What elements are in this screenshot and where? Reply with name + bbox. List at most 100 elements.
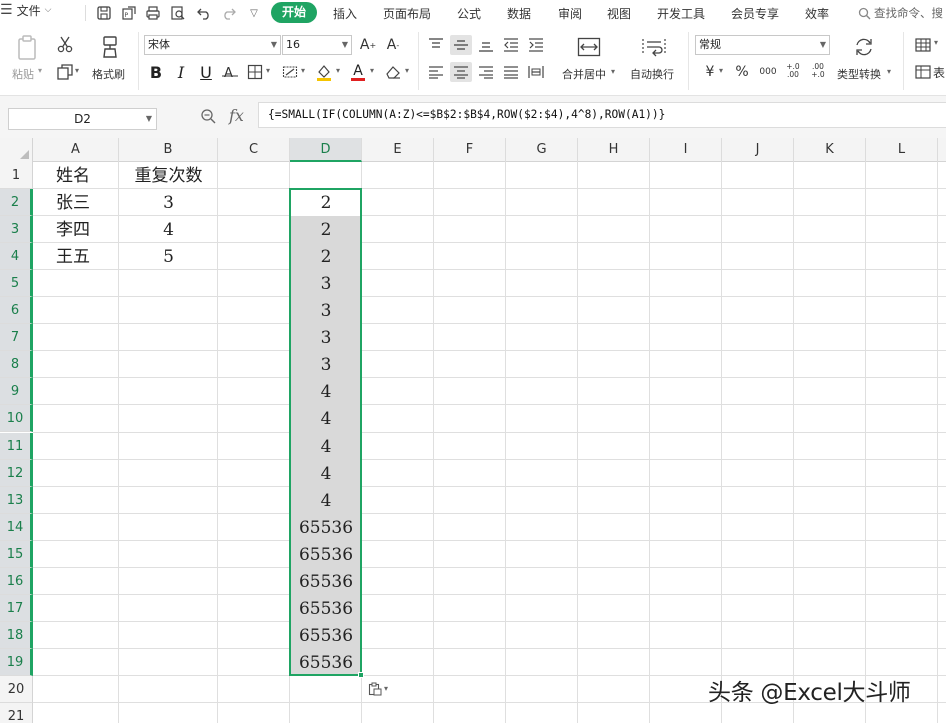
column-header-l[interactable]: L xyxy=(866,138,938,162)
column-header-e[interactable]: E xyxy=(362,138,434,162)
type-convert-label[interactable]: 类型转换 xyxy=(837,66,881,82)
column-header-i[interactable]: I xyxy=(650,138,722,162)
tab-start[interactable]: 开始 xyxy=(271,2,317,23)
currency-button[interactable]: ¥ xyxy=(700,62,720,82)
row-header-4[interactable]: 4 xyxy=(0,243,33,271)
cell-a4[interactable]: 王五 xyxy=(33,244,119,271)
row-header-20[interactable]: 20 xyxy=(0,675,33,703)
border-dropdown-icon[interactable]: ▾ xyxy=(266,66,270,75)
column-header-g[interactable]: G xyxy=(506,138,578,162)
name-box[interactable]: D2 ▼ xyxy=(8,108,157,130)
row-header-9[interactable]: 9 xyxy=(0,378,33,406)
table-style-icon[interactable] xyxy=(913,62,933,82)
decrease-decimal-button[interactable]: .00 +.0 xyxy=(808,60,828,82)
format-painter-icon[interactable] xyxy=(98,34,122,60)
italic-button[interactable]: I xyxy=(171,62,191,82)
merge-center-icon[interactable] xyxy=(576,34,602,60)
row-header-1[interactable]: 1 xyxy=(0,162,33,190)
paste-icon[interactable] xyxy=(14,34,42,62)
tab-efficiency[interactable]: 效率 xyxy=(805,5,829,22)
fill-pattern-icon[interactable] xyxy=(280,62,300,82)
fill-color-dropdown-icon[interactable]: ▾ xyxy=(336,66,340,75)
distribute-icon[interactable] xyxy=(525,62,547,82)
row-header-6[interactable]: 6 xyxy=(0,297,33,325)
column-header-j[interactable]: J xyxy=(722,138,794,162)
wrap-text-icon[interactable] xyxy=(641,34,667,60)
scissors-icon[interactable] xyxy=(55,34,75,54)
select-all-button[interactable] xyxy=(0,138,33,162)
cell-a2[interactable]: 张三 xyxy=(33,190,119,217)
tab-page-layout[interactable]: 页面布局 xyxy=(383,5,431,22)
row-header-2[interactable]: 2 xyxy=(0,189,33,217)
row-header-7[interactable]: 7 xyxy=(0,324,33,352)
cell-b1[interactable]: 重复次数 xyxy=(119,163,218,190)
copy-icon[interactable] xyxy=(55,62,75,82)
row-header-19[interactable]: 19 xyxy=(0,648,33,676)
paste-label[interactable]: 粘贴 xyxy=(12,66,34,82)
eraser-icon[interactable] xyxy=(383,62,403,82)
wrap-text-label[interactable]: 自动换行 xyxy=(630,66,674,82)
justify-icon[interactable] xyxy=(500,62,522,82)
print-icon[interactable] xyxy=(144,4,162,22)
row-header-11[interactable]: 11 xyxy=(0,432,33,460)
row-header-17[interactable]: 17 xyxy=(0,594,33,622)
more-icon[interactable]: ▽ xyxy=(245,4,263,22)
undo-icon[interactable] xyxy=(195,4,213,22)
column-header-h[interactable]: H xyxy=(578,138,650,162)
row-header-21[interactable]: 21 xyxy=(0,703,33,723)
row-header-16[interactable]: 16 xyxy=(0,567,33,595)
decrease-font-icon[interactable]: A- xyxy=(383,35,403,55)
border-icon[interactable] xyxy=(245,62,265,82)
table-icon[interactable] xyxy=(913,35,933,55)
thousands-button[interactable]: 000 xyxy=(757,62,779,82)
row-header-14[interactable]: 14 xyxy=(0,513,33,541)
copy-dropdown-icon[interactable]: ▾ xyxy=(75,66,79,75)
align-bottom-icon[interactable] xyxy=(475,35,497,55)
fill-pattern-dropdown-icon[interactable]: ▾ xyxy=(301,66,305,75)
format-painter-label[interactable]: 格式刷 xyxy=(92,66,125,82)
align-right-icon[interactable] xyxy=(475,62,497,82)
type-convert-icon[interactable] xyxy=(851,35,877,59)
row-header-18[interactable]: 18 xyxy=(0,621,33,649)
number-format-combo[interactable]: 常规 ▼ xyxy=(695,35,830,55)
tab-member[interactable]: 会员专享 xyxy=(731,5,779,22)
eraser-dropdown-icon[interactable]: ▾ xyxy=(405,66,409,75)
row-header-15[interactable]: 15 xyxy=(0,540,33,568)
underline-button[interactable]: U xyxy=(196,62,216,82)
save-icon[interactable] xyxy=(95,4,113,22)
fill-handle[interactable] xyxy=(358,671,364,678)
cell-a3[interactable]: 李四 xyxy=(33,217,119,244)
row-header-13[interactable]: 13 xyxy=(0,486,33,514)
cell-b3[interactable]: 4 xyxy=(119,217,218,244)
row-header-3[interactable]: 3 xyxy=(0,216,33,244)
percent-button[interactable]: % xyxy=(732,62,752,82)
tab-insert[interactable]: 插入 xyxy=(333,5,357,22)
increase-font-icon[interactable]: A + xyxy=(358,35,378,55)
increase-decimal-button[interactable]: +.0 .00 xyxy=(783,60,803,82)
align-center-icon[interactable] xyxy=(450,62,472,82)
bold-button[interactable]: B xyxy=(146,62,166,82)
row-header-8[interactable]: 8 xyxy=(0,351,33,379)
export-icon[interactable]: P xyxy=(120,4,138,22)
tab-data[interactable]: 数据 xyxy=(507,5,531,22)
tab-developer[interactable]: 开发工具 xyxy=(657,5,705,22)
column-header-b[interactable]: B xyxy=(119,138,218,162)
fx-icon[interactable]: fx xyxy=(229,106,244,125)
print-preview-icon[interactable] xyxy=(169,4,187,22)
font-color-dropdown-icon[interactable]: ▾ xyxy=(370,66,374,75)
column-header-f[interactable]: F xyxy=(434,138,506,162)
formula-input[interactable]: {=SMALL(IF(COLUMN(A:Z)<=$B$2:$B$4,ROW($2… xyxy=(258,102,946,128)
cell-b2[interactable]: 3 xyxy=(119,190,218,217)
decrease-indent-icon[interactable] xyxy=(500,35,522,55)
tab-formulas[interactable]: 公式 xyxy=(457,5,481,22)
command-search[interactable]: 查找命令、搜 xyxy=(858,4,943,22)
column-header-k[interactable]: K xyxy=(794,138,866,162)
align-middle-icon[interactable] xyxy=(450,35,472,55)
row-header-10[interactable]: 10 xyxy=(0,405,33,433)
row-header-5[interactable]: 5 xyxy=(0,270,33,298)
zoom-icon[interactable] xyxy=(200,108,218,126)
cell-a1[interactable]: 姓名 xyxy=(33,163,119,190)
font-name-combo[interactable]: 宋体 ▼ xyxy=(144,35,281,55)
table-dropdown-icon[interactable]: ▾ xyxy=(934,38,938,47)
font-size-combo[interactable]: 16 ▼ xyxy=(282,35,352,55)
